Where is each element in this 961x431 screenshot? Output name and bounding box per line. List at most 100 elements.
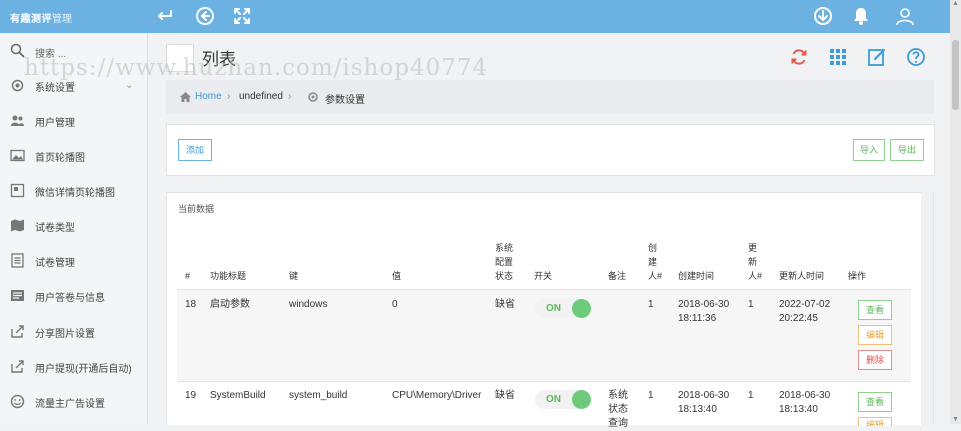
breadcrumb-home[interactable]: Home xyxy=(195,91,222,102)
cell-value: 0 xyxy=(392,299,398,310)
sidebar: 搜索 ... 系统设置 ⌄ 用户管理 首页轮播图 微信详情页轮播图 试卷类型 试… xyxy=(0,33,148,424)
bell-icon[interactable] xyxy=(851,6,871,26)
scroll-down-icon[interactable]: ▼ xyxy=(950,416,961,424)
header-value[interactable]: 值 xyxy=(392,269,401,283)
image-icon xyxy=(10,149,25,162)
sidebar-item-label: 流量主广告设置 xyxy=(35,399,105,410)
cell-created-time: 2018-06-30 18:13:40 xyxy=(678,390,730,415)
switch-toggle[interactable]: ON xyxy=(535,299,591,318)
sidebar-item-share-image[interactable]: 分享图片设置 xyxy=(0,317,147,347)
cell-id: 19 xyxy=(185,390,197,401)
smile-icon xyxy=(10,394,25,409)
switch-toggle[interactable]: ON xyxy=(535,390,591,409)
breadcrumb-middle[interactable]: undefined xyxy=(239,91,283,102)
switch-knob xyxy=(572,299,591,318)
cell-remark: 系统 状态 查询 xyxy=(608,390,628,429)
add-button[interactable]: 添加 xyxy=(178,139,212,161)
sidebar-item-label: 微信详情页轮播图 xyxy=(35,188,115,199)
breadcrumb: Home › undefined › 参数设置 xyxy=(166,80,934,114)
user-icon[interactable] xyxy=(895,6,915,26)
map-icon xyxy=(11,219,24,232)
top-bar: 有趣测评 管理 xyxy=(0,0,950,33)
header-title[interactable]: 功能标题 xyxy=(210,269,246,283)
picture-icon xyxy=(10,183,25,198)
download-icon[interactable] xyxy=(813,6,833,26)
file-icon xyxy=(11,253,24,268)
cell-title: SystemBuild xyxy=(210,390,266,401)
cell-created-time: 2018-06-30 18:11:36 xyxy=(678,299,730,324)
gear-icon xyxy=(308,92,318,102)
cell-status: 缺省 xyxy=(495,299,515,310)
brand-name[interactable]: 有趣测评 xyxy=(10,10,52,25)
sidebar-item-home-banner[interactable]: 首页轮播图 xyxy=(0,141,147,171)
sidebar-item-label: 试卷管理 xyxy=(35,258,75,269)
view-button[interactable]: 查看 xyxy=(858,300,892,320)
sidebar-item-label: 用户管理 xyxy=(35,118,75,129)
cell-updated-time: 2022-07-02 20:22:45 xyxy=(779,299,831,324)
data-table-panel: 当前数据 # 功能标题 键 值 系统 配置 状态 开关 备注 创 建 人# 创建… xyxy=(166,192,923,429)
breadcrumb-current: 参数设置 xyxy=(325,95,365,106)
edit-icon[interactable] xyxy=(867,47,887,67)
cell-title: 启动参数 xyxy=(210,299,250,310)
share-out-icon xyxy=(11,360,24,373)
circle-left-icon[interactable] xyxy=(195,6,215,26)
sidebar-item-paper-management[interactable]: 试卷管理 xyxy=(0,246,147,276)
header-creator[interactable]: 创 建 人# xyxy=(648,241,662,283)
cell-value: CPU\Memory\Driver xyxy=(392,390,482,401)
header-created-time[interactable]: 创建时间 xyxy=(678,269,714,283)
cell-id: 18 xyxy=(185,299,197,310)
watermark: https://www.huzhan.com/ishop40774 xyxy=(24,55,489,81)
sidebar-item-label: 用户答卷与信息 xyxy=(35,293,105,304)
sidebar-item-label: 首页轮播图 xyxy=(35,153,85,164)
header-id[interactable]: # xyxy=(185,269,190,283)
cell-key: system_build xyxy=(289,390,348,401)
sidebar-item-paper-types[interactable]: 试卷类型 xyxy=(0,211,147,241)
cell-creator: 1 xyxy=(648,390,654,401)
edit-button[interactable]: 编辑 xyxy=(858,417,892,426)
search-icon xyxy=(10,43,25,58)
cell-key: windows xyxy=(289,299,328,310)
sidebar-item-user-answers[interactable]: 用户答卷与信息 xyxy=(0,281,147,311)
sidebar-item-label: 试卷类型 xyxy=(35,223,75,234)
table-scrollbar[interactable] xyxy=(921,192,934,424)
cell-status: 缺省 xyxy=(495,390,515,401)
cell-updated-time: 2018-06-30 18:13:40 xyxy=(779,390,831,415)
refresh-icon[interactable] xyxy=(789,47,809,67)
header-remark[interactable]: 备注 xyxy=(608,269,626,283)
cell-updater: 1 xyxy=(748,390,754,401)
newspaper-icon xyxy=(11,290,24,301)
toolbar-panel: 添加 导入 导出 xyxy=(166,124,935,176)
grid-icon[interactable] xyxy=(828,47,848,67)
section-label: 当前数据 xyxy=(178,204,215,214)
edit-button[interactable]: 编辑 xyxy=(858,325,892,345)
sidebar-item-withdraw[interactable]: 用户提现(开通后自动) xyxy=(0,352,147,382)
users-icon xyxy=(11,115,24,126)
view-button[interactable]: 查看 xyxy=(858,392,892,412)
sidebar-item-wechat-banner[interactable]: 微信详情页轮播图 xyxy=(0,176,147,206)
sidebar-item-users[interactable]: 用户管理 xyxy=(0,106,147,136)
breadcrumb-separator: › xyxy=(288,91,292,102)
header-switch[interactable]: 开关 xyxy=(534,269,552,283)
sidebar-item-label: 分享图片设置 xyxy=(35,329,95,340)
header-status[interactable]: 系统 配置 状态 xyxy=(495,241,513,283)
chevron-down-icon: ⌄ xyxy=(125,80,134,91)
header-updater[interactable]: 更 新 人# xyxy=(748,241,762,283)
scroll-up-icon[interactable]: ▲ xyxy=(950,0,961,8)
sidebar-item-label: 用户提现(开通后自动) xyxy=(35,364,132,375)
sidebar-item-ads[interactable]: 流量主广告设置 xyxy=(0,387,147,417)
page-scroll-thumb[interactable] xyxy=(952,40,959,110)
export-button[interactable]: 导出 xyxy=(890,139,924,161)
share-icon xyxy=(11,325,24,338)
home-icon xyxy=(180,92,191,102)
back-icon[interactable] xyxy=(157,6,177,26)
help-icon[interactable] xyxy=(906,47,926,67)
switch-knob xyxy=(572,390,591,409)
header-key[interactable]: 键 xyxy=(289,269,298,283)
import-button[interactable]: 导入 xyxy=(853,139,885,161)
delete-button[interactable]: 删除 xyxy=(858,350,892,370)
switch-state: ON xyxy=(546,394,561,405)
cell-updater: 1 xyxy=(748,299,754,310)
fullscreen-icon[interactable] xyxy=(232,6,252,26)
header-updated-time[interactable]: 更新人时间 xyxy=(779,269,824,283)
header-ops: 操作 xyxy=(848,271,867,281)
